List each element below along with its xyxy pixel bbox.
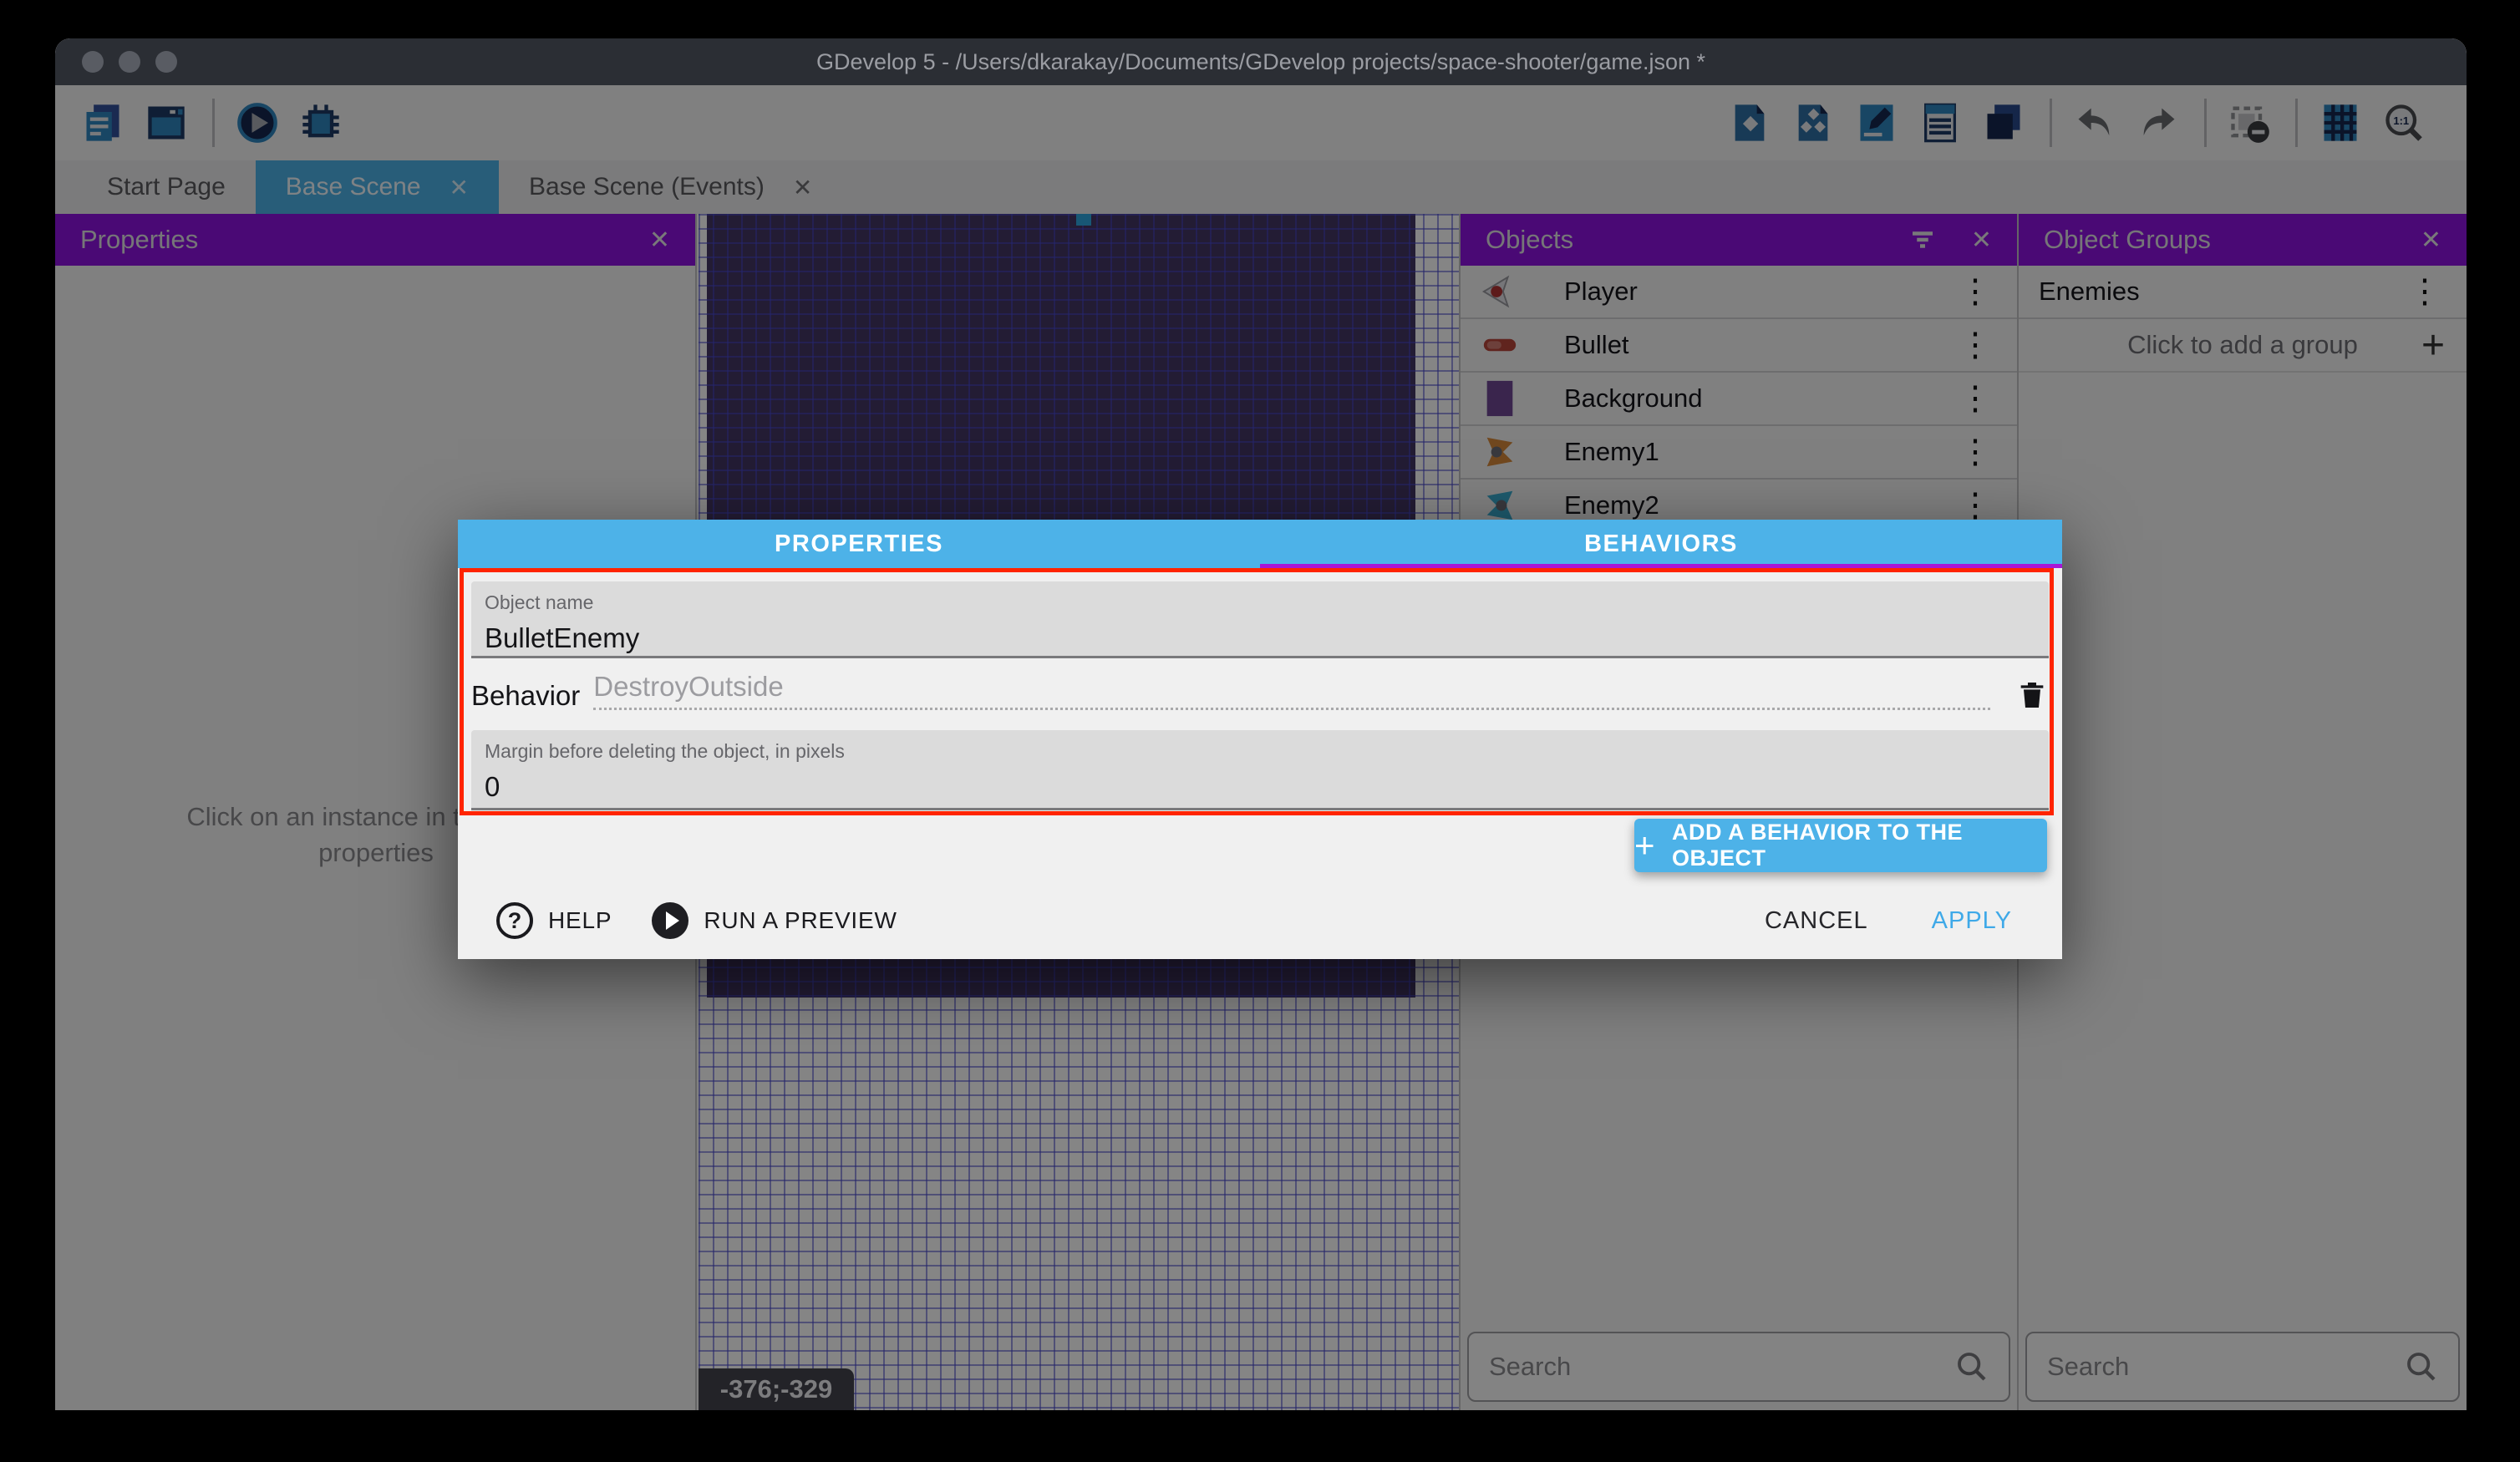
titlebar: GDevelop 5 - /Users/dkarakay/Documents/G… [55,38,2467,85]
active-tab-indicator [1260,564,2062,568]
object-name-field[interactable]: Object name BulletEnemy [471,581,2049,658]
help-button[interactable]: HELP [548,907,612,934]
run-preview-button[interactable]: RUN A PREVIEW [704,907,897,934]
tab-properties[interactable]: PROPERTIES [458,520,1260,568]
behavior-label: Behavior [471,680,580,718]
object-editor-dialog: PROPERTIES BEHAVIORS Object name BulletE… [458,520,2062,959]
screen: GDevelop 5 - /Users/dkarakay/Documents/G… [0,0,2520,1462]
traffic-lights [82,38,177,85]
gdevelop-window: GDevelop 5 - /Users/dkarakay/Documents/G… [55,38,2467,1410]
behavior-name-field[interactable]: DestroyOutside [593,671,1990,710]
tab-behaviors[interactable]: BEHAVIORS [1260,520,2062,568]
help-icon[interactable]: ? [496,902,533,939]
apply-button[interactable]: APPLY [1932,907,2012,935]
add-behavior-button[interactable]: + ADD A BEHAVIOR TO THE OBJECT [1634,819,2047,872]
cancel-button[interactable]: CANCEL [1765,907,1868,935]
zoom-window-button[interactable] [155,51,177,73]
dialog-tabs: PROPERTIES BEHAVIORS [458,520,2062,568]
minimize-window-button[interactable] [119,51,140,73]
margin-value[interactable]: 0 [485,771,2035,803]
behavior-row: Behavior DestroyOutside [471,663,2049,725]
delete-behavior-icon[interactable] [2015,677,2049,713]
margin-field[interactable]: Margin before deleting the object, in pi… [471,730,2049,810]
object-name-label: Object name [485,591,2035,614]
close-window-button[interactable] [82,51,104,73]
add-behavior-label: ADD A BEHAVIOR TO THE OBJECT [1672,820,2047,871]
run-preview-icon[interactable] [652,902,688,939]
behavior-name: DestroyOutside [593,671,783,702]
object-name-value[interactable]: BulletEnemy [485,622,2035,654]
dialog-footer: ? HELP RUN A PREVIEW CANCEL APPLY [458,882,2062,959]
window-title: GDevelop 5 - /Users/dkarakay/Documents/G… [816,49,1705,75]
margin-label: Margin before deleting the object, in pi… [485,740,2035,763]
